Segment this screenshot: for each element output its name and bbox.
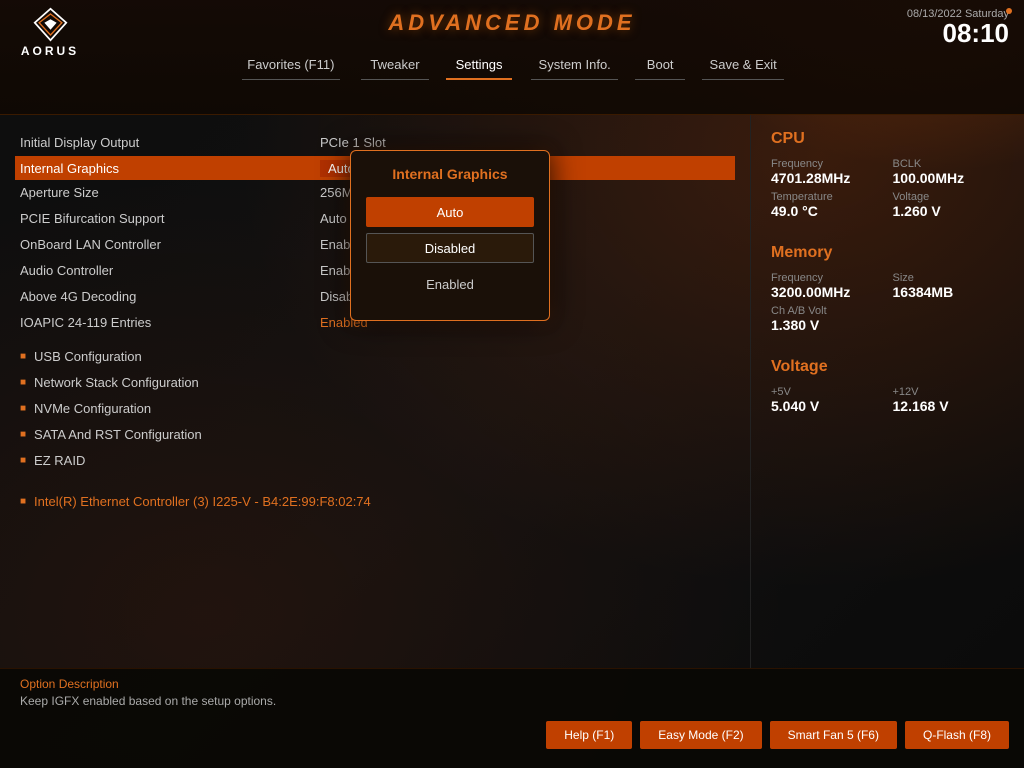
memory-title: Memory <box>771 244 1004 262</box>
tab-save-exit[interactable]: Save & Exit <box>692 51 795 78</box>
logo-text: AORUS <box>21 44 79 58</box>
setting-value: Auto <box>320 211 347 226</box>
aorus-logo-icon <box>33 7 68 42</box>
p5v-block: +5V 5.040 V <box>771 386 883 414</box>
section-sata-rst[interactable]: ■ SATA And RST Configuration <box>20 422 730 446</box>
mem-chvolt-block: Ch A/B Volt 1.380 V <box>771 305 1004 333</box>
mem-size-block: Size 16384MB <box>893 272 1005 300</box>
ethernet-item[interactable]: ■ Intel(R) Ethernet Controller (3) I225-… <box>20 489 730 513</box>
app-title: ADVANCED MODE <box>388 10 635 36</box>
section-label: SATA And RST Configuration <box>34 427 202 442</box>
bullet-icon: ■ <box>20 351 26 362</box>
setting-label: Above 4G Decoding <box>20 289 320 304</box>
setting-label: OnBoard LAN Controller <box>20 237 320 252</box>
bullet-icon: ■ <box>20 377 26 388</box>
internal-graphics-popup: Internal Graphics Auto Disabled Enabled <box>350 150 550 321</box>
help-button[interactable]: Help (F1) <box>546 721 632 749</box>
voltage-title: Voltage <box>771 358 1004 376</box>
popup-option-disabled[interactable]: Disabled <box>366 233 534 263</box>
nav-tabs: Favorites (F11) Tweaker Settings System … <box>0 45 1024 83</box>
setting-value: PCIe 1 Slot <box>320 135 386 150</box>
bullet-icon: ■ <box>20 403 26 414</box>
section-label: USB Configuration <box>34 349 142 364</box>
setting-label: Initial Display Output <box>20 135 320 150</box>
section-label: NVMe Configuration <box>34 401 151 416</box>
bottom-buttons: Help (F1) Easy Mode (F2) Smart Fan 5 (F6… <box>0 713 1024 757</box>
popup-option-enabled[interactable]: Enabled <box>366 269 534 299</box>
info-panel: CPU Frequency 4701.28MHz BCLK 100.00MHz … <box>750 115 1024 668</box>
section-nvme-config[interactable]: ■ NVMe Configuration <box>20 396 730 420</box>
tab-settings[interactable]: Settings <box>438 51 521 78</box>
tab-tweaker[interactable]: Tweaker <box>352 51 437 78</box>
header: AORUS ADVANCED MODE 08/13/2022 Saturday … <box>0 0 1024 115</box>
section-label: EZ RAID <box>34 453 85 468</box>
option-description-text: Keep IGFX enabled based on the setup opt… <box>20 694 1004 708</box>
time-display: 08:10 <box>943 18 1010 48</box>
title-bar: AORUS ADVANCED MODE 08/13/2022 Saturday … <box>0 0 1024 45</box>
popup-title: Internal Graphics <box>366 166 534 182</box>
section-network-stack[interactable]: ■ Network Stack Configuration <box>20 370 730 394</box>
bottom-bar: Option Description Keep IGFX enabled bas… <box>0 668 1024 768</box>
tab-boot[interactable]: Boot <box>629 51 692 78</box>
easy-mode-button[interactable]: Easy Mode (F2) <box>640 721 761 749</box>
tab-sysinfo[interactable]: System Info. <box>521 51 629 78</box>
section-label: Network Stack Configuration <box>34 375 199 390</box>
option-description: Option Description Keep IGFX enabled bas… <box>0 669 1024 713</box>
cpu-bclk-block: BCLK 100.00MHz <box>893 158 1005 186</box>
cpu-section: CPU Frequency 4701.28MHz BCLK 100.00MHz … <box>771 130 1004 219</box>
setting-label: Aperture Size <box>20 185 320 200</box>
tab-favorites[interactable]: Favorites (F11) <box>229 51 352 78</box>
section-ez-raid[interactable]: ■ EZ RAID <box>20 448 730 472</box>
popup-option-auto[interactable]: Auto <box>366 197 534 227</box>
popup-container: Internal Graphics Auto Disabled Enabled <box>350 150 550 321</box>
setting-label: Internal Graphics <box>20 161 320 176</box>
p12v-block: +12V 12.168 V <box>893 386 1005 414</box>
datetime: 08/13/2022 Saturday 08:10 <box>907 8 1009 47</box>
bullet-icon: ■ <box>20 455 26 466</box>
option-description-title: Option Description <box>20 677 1004 691</box>
cpu-freq-label: Frequency 4701.28MHz <box>771 158 883 186</box>
cpu-title: CPU <box>771 130 1004 148</box>
logo: AORUS <box>15 5 85 60</box>
setting-label: PCIE Bifurcation Support <box>20 211 320 226</box>
ethernet-label: Intel(R) Ethernet Controller (3) I225-V … <box>34 494 371 509</box>
smart-fan-button[interactable]: Smart Fan 5 (F6) <box>770 721 897 749</box>
setting-label: Audio Controller <box>20 263 320 278</box>
cpu-temp-block: Temperature 49.0 °C <box>771 191 883 219</box>
voltage-grid: +5V 5.040 V +12V 12.168 V <box>771 386 1004 414</box>
memory-section: Memory Frequency 3200.00MHz Size 16384MB… <box>771 244 1004 333</box>
cpu-volt-block: Voltage 1.260 V <box>893 191 1005 219</box>
bullet-icon: ■ <box>20 429 26 440</box>
memory-grid: Frequency 3200.00MHz Size 16384MB Ch A/B… <box>771 272 1004 333</box>
cpu-grid: Frequency 4701.28MHz BCLK 100.00MHz Temp… <box>771 158 1004 219</box>
corner-indicator <box>1006 8 1012 14</box>
qflash-button[interactable]: Q-Flash (F8) <box>905 721 1009 749</box>
section-usb-config[interactable]: ■ USB Configuration <box>20 344 730 368</box>
mem-freq-block: Frequency 3200.00MHz <box>771 272 883 300</box>
bullet-icon: ■ <box>20 496 26 507</box>
voltage-section: Voltage +5V 5.040 V +12V 12.168 V <box>771 358 1004 414</box>
setting-label: IOAPIC 24-119 Entries <box>20 315 320 330</box>
